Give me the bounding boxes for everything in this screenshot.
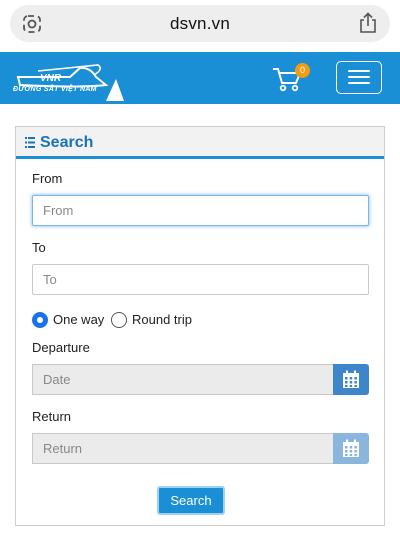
departure-date-input[interactable]	[32, 364, 333, 395]
search-button[interactable]: Search	[157, 486, 225, 515]
list-icon	[25, 137, 35, 148]
round-trip-radio[interactable]	[111, 312, 127, 328]
from-input[interactable]	[32, 195, 369, 226]
one-way-label[interactable]: One way	[53, 312, 104, 327]
to-input[interactable]	[32, 264, 369, 295]
address-bar[interactable]: dsvn.vn	[10, 5, 390, 42]
share-icon[interactable]	[358, 12, 378, 34]
departure-label: Departure	[32, 340, 90, 355]
calendar-icon	[343, 439, 359, 457]
menu-button[interactable]	[336, 61, 382, 94]
search-panel: Search From To One way Round trip Depart…	[15, 126, 385, 526]
logo-mark: VNR	[40, 73, 62, 84]
calendar-icon	[343, 370, 359, 388]
from-label: From	[32, 171, 63, 186]
departure-field	[32, 364, 369, 395]
return-field	[32, 433, 369, 464]
panel-header: Search	[16, 127, 384, 159]
return-calendar-button[interactable]	[333, 433, 369, 464]
round-trip-label[interactable]: Round trip	[132, 312, 192, 327]
browser-bar: dsvn.vn	[0, 0, 400, 52]
one-way-radio[interactable]	[32, 312, 48, 328]
return-label: Return	[32, 409, 72, 424]
panel-title: Search	[40, 134, 94, 151]
to-label: To	[32, 240, 46, 255]
cart-count-badge: 0	[295, 63, 310, 78]
logo-text: ĐƯỜNG SẮT VIỆT NAM	[13, 86, 97, 93]
logo[interactable]: VNR	[10, 55, 128, 103]
url-text[interactable]: dsvn.vn	[10, 14, 390, 34]
departure-calendar-button[interactable]	[333, 364, 369, 395]
return-date-input[interactable]	[32, 433, 333, 464]
